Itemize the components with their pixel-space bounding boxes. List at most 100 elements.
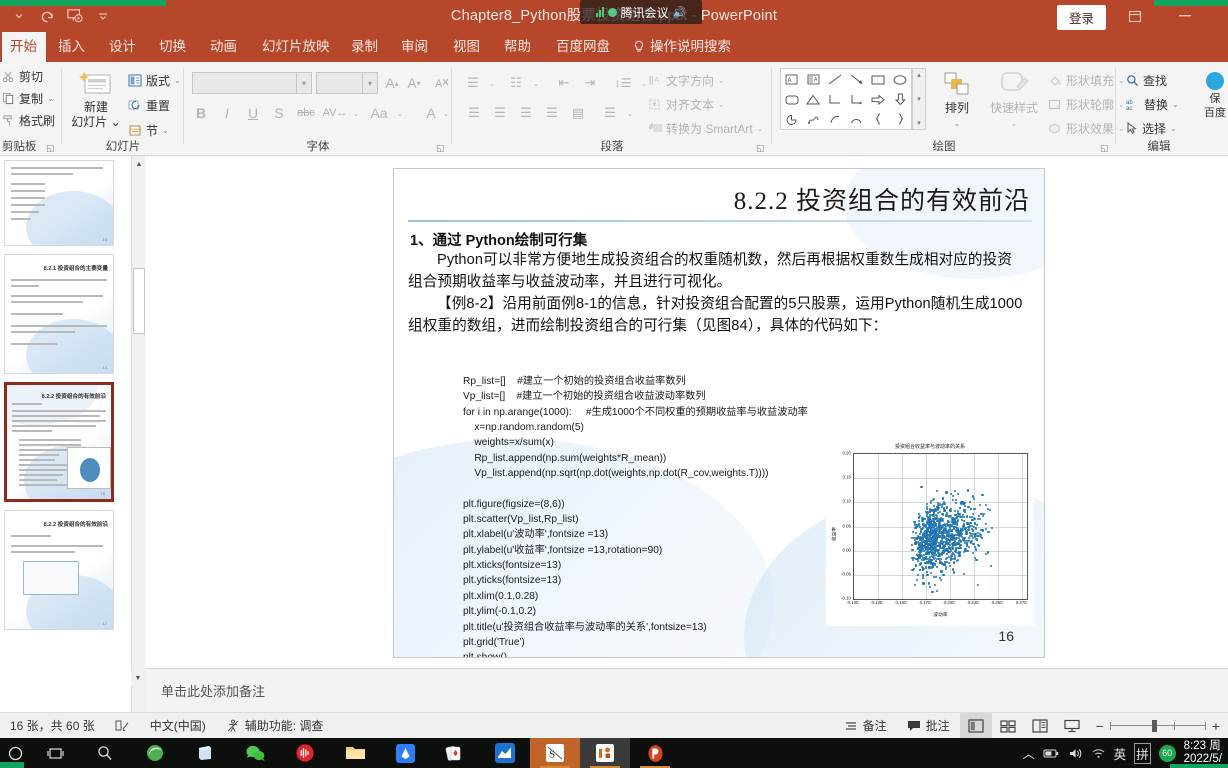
tab-review[interactable]: 审阅 (393, 32, 436, 62)
ribbon-display-options-icon[interactable] (1124, 6, 1146, 26)
shape-elbow-arrow-icon[interactable] (846, 89, 868, 109)
font-size-chevron-down-icon[interactable]: ▾ (362, 73, 377, 93)
copy-button[interactable]: 复制 ⌄ (2, 90, 55, 107)
restore-button[interactable] (1200, 6, 1226, 26)
copy-chevron-down-icon[interactable]: ⌄ (47, 94, 54, 103)
tab-help[interactable]: 帮助 (496, 32, 539, 62)
change-case-button[interactable]: Aa (366, 102, 392, 124)
search-button[interactable] (80, 738, 130, 768)
zoom-slider[interactable] (1109, 719, 1206, 732)
arrange-chevron-down-icon[interactable]: ⌄ (954, 116, 961, 131)
thumbnail-scroll-handle[interactable] (133, 268, 145, 334)
thumbnail-scrollbar[interactable]: ▲ (131, 156, 146, 712)
notes-toggle-button[interactable]: 备注 (834, 713, 897, 739)
slide-thumbnail-14[interactable]: 8.2.1 投资组合的主要变量 14 (4, 254, 114, 374)
shape-pie-icon[interactable] (781, 109, 803, 129)
change-case-chevron-down-icon[interactable]: ⌄ (394, 102, 406, 124)
tab-record[interactable]: 录制 (343, 32, 386, 62)
shape-rounded-rectangle-icon[interactable] (781, 89, 803, 109)
clipboard-dialog-launcher[interactable]: ◱ (46, 143, 56, 153)
task-view-button[interactable] (30, 738, 80, 768)
shape-left-brace-icon[interactable] (868, 109, 890, 129)
tencent-meeting-overlay[interactable]: 腾讯会议 🔊 (580, 0, 702, 24)
numbering-button[interactable]: ☷ (504, 72, 528, 94)
slide-thumbnail-17[interactable]: 8.2.2 投资组合的有效前沿 17 (4, 510, 114, 630)
decrease-indent-button[interactable]: ⇤ (552, 72, 576, 94)
app-browser-button[interactable] (130, 738, 180, 768)
new-slide-button[interactable]: 新建 幻灯片 ⌄ (68, 70, 124, 130)
slide-paragraph-2[interactable]: 【例8-2】沿用前面例8-1的信息，针对投资组合配置的5只股票，运用Python… (408, 293, 1024, 337)
convert-to-smartart-button[interactable]: 转换为 SmartArt ⌄ (648, 120, 763, 137)
shape-arc-icon[interactable] (824, 109, 846, 129)
character-spacing-button[interactable]: AV↔ (322, 102, 348, 124)
grow-font-icon[interactable]: A ▴ (382, 72, 402, 94)
bullets-button[interactable]: ☰ (462, 72, 484, 94)
shapes-gallery[interactable]: A A (780, 68, 912, 130)
tab-slideshow[interactable]: 幻灯片放映 (254, 32, 338, 62)
sign-in-button[interactable]: 登录 (1056, 5, 1106, 30)
find-button[interactable]: 查找 (1126, 72, 1179, 89)
shape-right-arrow-icon[interactable] (868, 89, 890, 109)
align-center-button[interactable]: ☰ (488, 102, 512, 124)
tab-home[interactable]: 开始 (2, 32, 46, 62)
bold-button[interactable]: B (190, 102, 212, 124)
shape-elbow-connector-icon[interactable] (824, 89, 846, 109)
slide-thumbnail-13[interactable]: 13 (4, 160, 114, 246)
shape-freeform-icon[interactable] (803, 109, 825, 129)
slide-paragraph-1[interactable]: Python可以非常方便地生成投资组合的权重随机数，然后再根据权重数生成相对应的… (408, 249, 1024, 293)
notification-badge[interactable]: 60 (1158, 744, 1176, 762)
gallery-scroll-up-icon[interactable]: ▴ (917, 71, 921, 79)
italic-button[interactable]: I (216, 102, 238, 124)
layout-chevron-down-icon[interactable]: ⌄ (174, 76, 181, 85)
shapes-gallery-scrollbar[interactable]: ▴ ▾ ▾ (912, 68, 926, 130)
view-normal-button[interactable] (959, 712, 992, 739)
slide-code-block[interactable]: Rp_list=[] #建立一个初始的投资组合收益率数列 Vp_list=[] … (463, 374, 843, 657)
columns-button[interactable]: ☰ (598, 102, 622, 124)
underline-button[interactable]: U (242, 102, 264, 124)
start-button[interactable] (0, 738, 30, 768)
increase-indent-button[interactable]: ⇥ (578, 72, 602, 94)
clock[interactable]: 8:23 周 2022/5/ (1184, 740, 1222, 766)
app-finance-button[interactable] (480, 738, 530, 768)
app-store-button[interactable] (180, 738, 230, 768)
arrange-button[interactable]: 排列 ⌄ (932, 70, 982, 131)
tab-animations[interactable]: 动画 (202, 32, 245, 62)
section-button[interactable]: 节 ⌄ (128, 122, 181, 139)
app-editor-button[interactable] (380, 738, 430, 768)
zoom-slider-handle[interactable] (1151, 719, 1157, 732)
quick-styles-button[interactable]: 快速样式 ⌄ (986, 70, 1042, 131)
font-size-combobox[interactable]: ▾ (316, 72, 378, 94)
zoom-control[interactable]: − + (1088, 718, 1228, 734)
font-color-chevron-down-icon[interactable]: ⌄ (440, 102, 452, 124)
font-name-combobox[interactable]: ▾ (192, 72, 312, 94)
align-text-button[interactable]: 对齐文本 ⌄ (648, 96, 763, 113)
character-spacing-chevron-down-icon[interactable]: ⌄ (350, 102, 362, 124)
line-spacing-button[interactable]: ↕☰ (612, 72, 634, 94)
select-chevron-down-icon[interactable]: ⌄ (1170, 124, 1177, 133)
accessibility-button[interactable]: 辅助功能: 调查 (216, 713, 334, 739)
shape-textbox-icon[interactable]: A (781, 69, 803, 89)
format-painter-button[interactable]: 格式刷 (2, 112, 55, 129)
volume-icon[interactable] (1068, 747, 1083, 760)
shape-outline-button[interactable]: 形状轮廓 ⌄ (1048, 96, 1125, 113)
tab-transitions[interactable]: 切换 (151, 32, 194, 62)
align-left-button[interactable]: ☰ (462, 102, 486, 124)
show-hidden-icons-chevron-up-icon[interactable]: ︿ (1023, 745, 1035, 762)
zoom-in-button[interactable]: + (1212, 718, 1220, 734)
shrink-font-icon[interactable]: A ▾ (404, 72, 424, 94)
view-reading-button[interactable] (1024, 713, 1056, 739)
minimize-button[interactable] (1172, 6, 1198, 26)
text-shadow-button[interactable]: S (268, 102, 290, 124)
cut-button[interactable]: 剪切 (2, 68, 55, 85)
replace-chevron-down-icon[interactable]: ⌄ (1172, 100, 1179, 109)
shape-arrow-icon[interactable] (846, 69, 868, 89)
wifi-icon[interactable] (1091, 747, 1106, 759)
slide-count-indicator[interactable]: 16 张，共 60 张 (0, 713, 105, 739)
app-music-button[interactable] (280, 738, 330, 768)
view-slideshow-button[interactable] (1056, 713, 1088, 739)
current-slide[interactable]: 8.2.2 投资组合的有效前沿 1、通过 Python绘制可行集 Python可… (393, 168, 1045, 658)
bullets-chevron-down-icon[interactable]: ⌄ (486, 72, 498, 94)
font-name-chevron-down-icon[interactable]: ▾ (296, 73, 311, 93)
quick-styles-chevron-down-icon[interactable]: ⌄ (1011, 116, 1018, 131)
slide-thumbnail-16[interactable]: 8.2.2 投资组合的有效前沿 16 (4, 382, 114, 502)
